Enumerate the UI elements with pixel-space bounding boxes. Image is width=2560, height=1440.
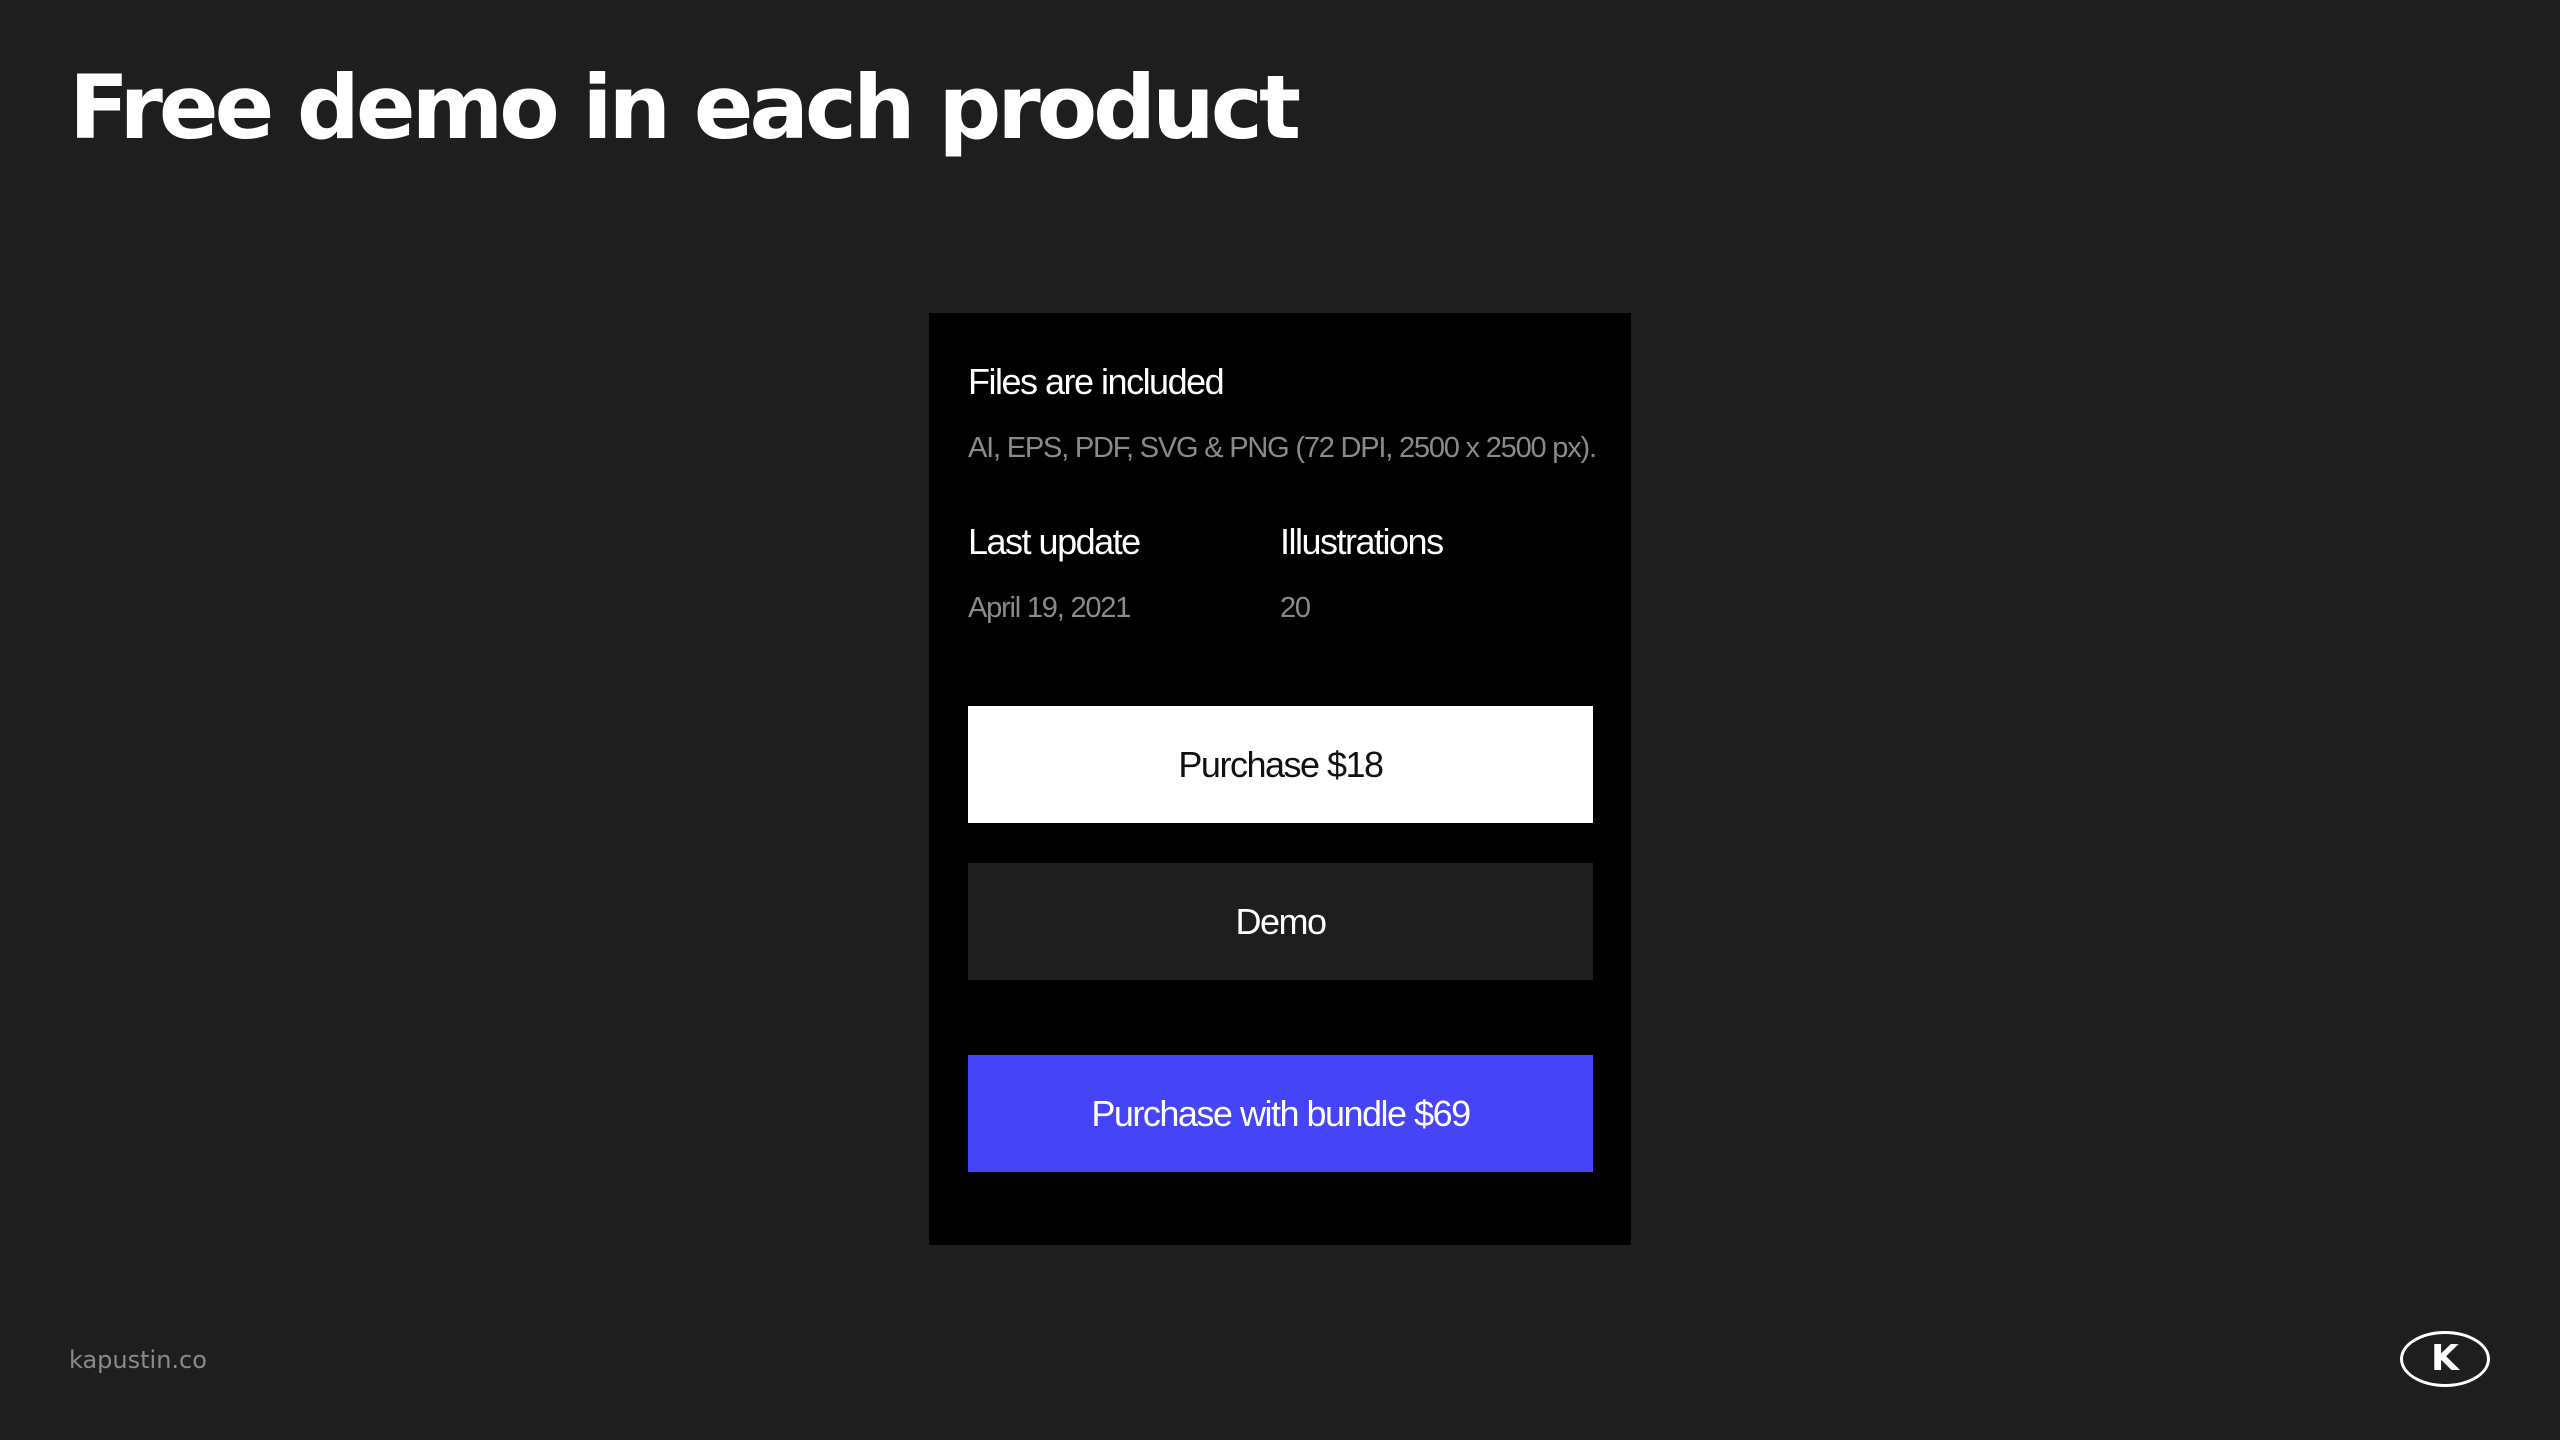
files-included-heading: Files are included — [968, 361, 1225, 402]
illustrations-label: Illustrations — [1280, 521, 1444, 562]
illustrations-count: 20 — [1280, 592, 1311, 624]
k-logo-icon: K — [2400, 1331, 2490, 1387]
purchase-button[interactable]: Purchase $18 — [968, 706, 1593, 823]
logo-letter: K — [2431, 1338, 2459, 1379]
demo-button[interactable]: Demo — [968, 863, 1593, 980]
last-update-value: April 19, 2021 — [968, 592, 1131, 624]
purchase-bundle-button[interactable]: Purchase with bundle $69 — [968, 1055, 1593, 1172]
slide-title: Free demo in each product — [69, 56, 1301, 159]
footer-site-name: kapustin.co — [69, 1346, 207, 1374]
last-update-label: Last update — [968, 521, 1141, 562]
product-info-card: Files are included AI, EPS, PDF, SVG & P… — [929, 313, 1631, 1245]
files-formats-description: AI, EPS, PDF, SVG & PNG (72 DPI, 2500 x … — [968, 432, 1597, 464]
